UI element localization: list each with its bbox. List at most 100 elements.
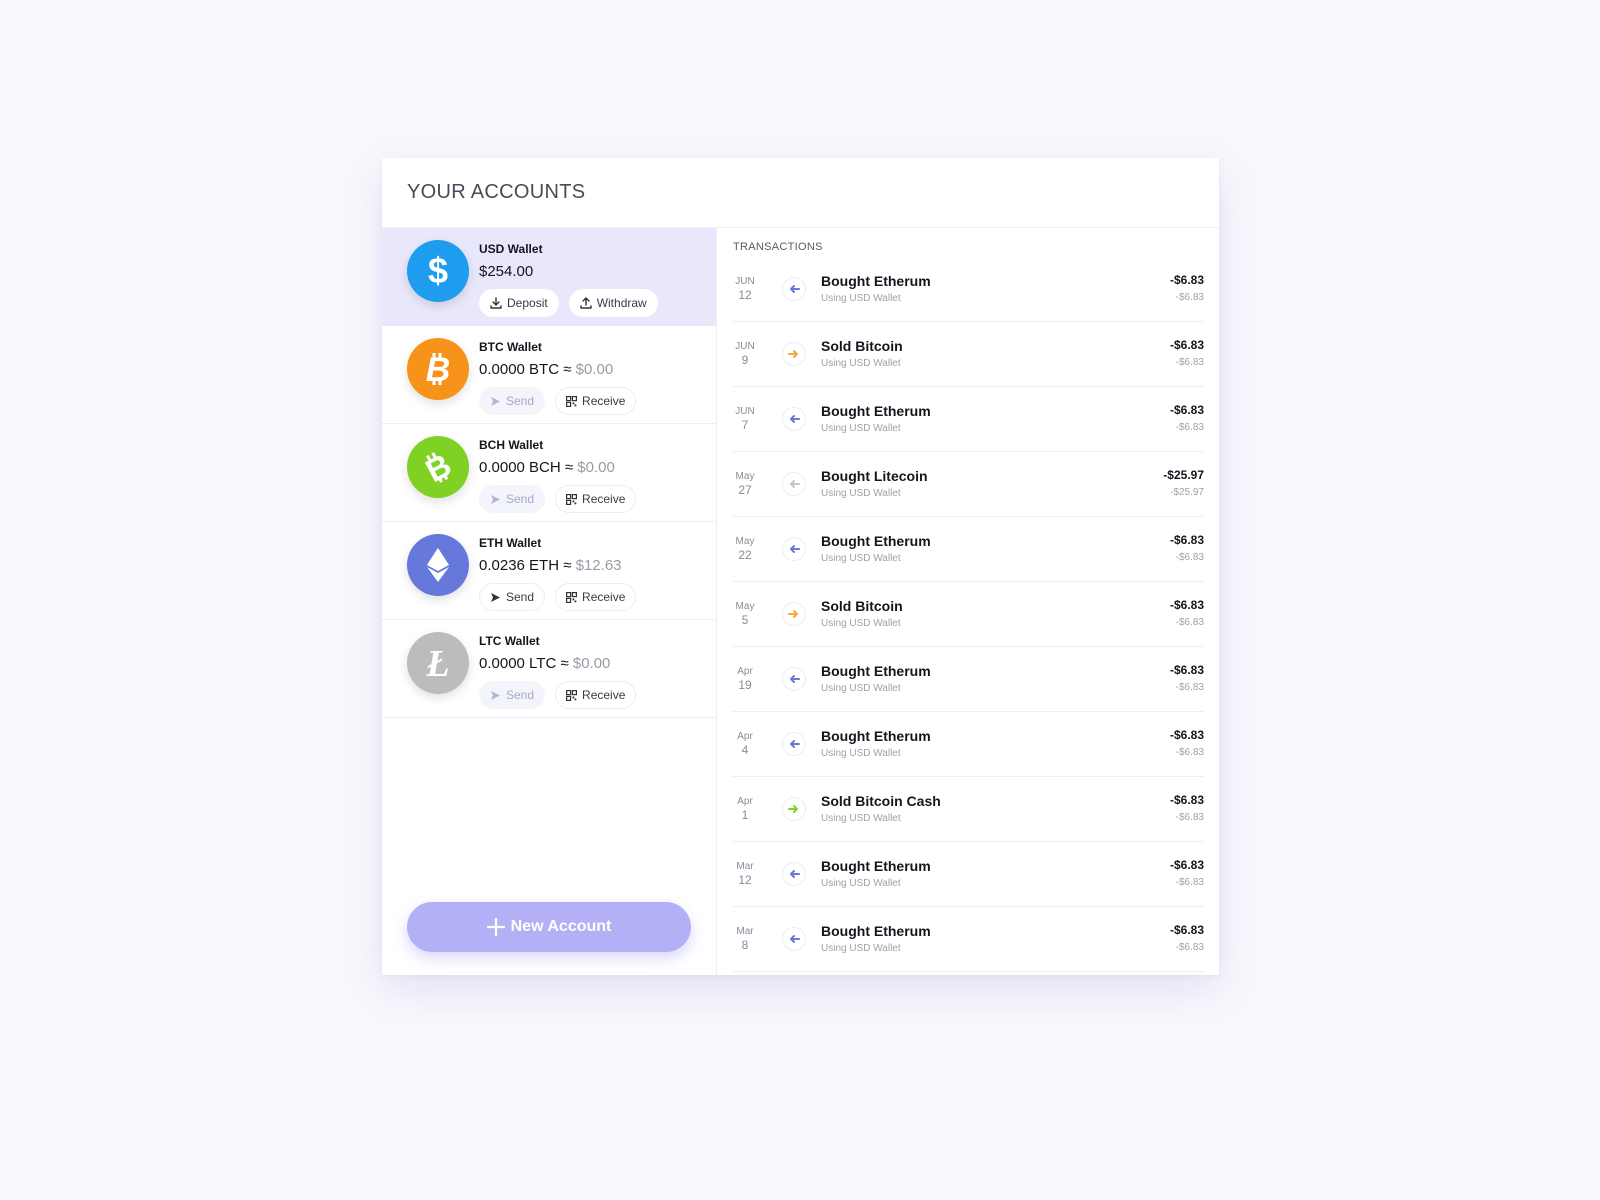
account-action-button[interactable]: Withdraw [568,289,658,317]
transaction-date: Mar 8 [733,926,757,952]
qr-code-icon [566,395,578,407]
transaction-title: Bought Etherum [821,857,931,874]
transaction-amount: -$6.83 -$6.83 [1170,403,1204,435]
account-action-button[interactable]: Receive [555,485,637,513]
account-action-button[interactable]: Send [479,387,546,415]
account-action-label: Send [506,688,535,702]
account-action-label: Withdraw [596,296,647,310]
transaction-month: JUN [735,406,755,417]
card-header: YOUR ACCOUNTS [382,158,1219,228]
account-row[interactable]: B BTC Wallet 0.0000 BTC ≈ $0.00 Send Receive [382,326,716,424]
transaction-details: Bought Etherum Using USD Wallet [821,663,1170,696]
transaction-row[interactable]: JUN 7 Bought Etherum Using USD Wallet -$6.83… [733,387,1204,452]
arrow-right-icon [782,342,806,366]
account-balance: 0.0000 BTC ≈ $0.00 [479,361,636,379]
account-name: USD Wallet [479,242,543,256]
transaction-amount: -$6.83 -$6.83 [1170,338,1204,370]
transaction-title: Sold Bitcoin [821,597,903,614]
transaction-amount-primary: -$6.83 [1169,273,1204,287]
transaction-row[interactable]: JUN 12 Bought Etherum Using USD Wallet -$6.8… [733,257,1204,322]
transaction-month: JUN [735,276,755,287]
account-actions: Send Receive [479,681,637,709]
transaction-day: 12 [738,288,752,302]
account-action-button[interactable]: Send [479,485,546,513]
transaction-details: Bought Etherum Using USD Wallet [821,728,1170,761]
svg-text:$: $ [428,252,448,290]
send-icon [490,494,501,505]
account-info: BCH Wallet 0.0000 BCH ≈ $0.00 Send Receive [479,438,637,513]
account-action-button[interactable]: Receive [555,387,637,415]
account-action-button[interactable]: Send [479,681,546,709]
transaction-amount-secondary: -$6.83 [1175,422,1204,433]
account-action-label: Receive [582,688,626,702]
approx-sign: ≈ [559,361,576,378]
account-action-button[interactable]: Deposit [479,289,559,317]
transaction-date: May 27 [733,471,757,497]
arrow-left-icon [782,472,806,496]
transaction-month: May [735,601,755,612]
transaction-row[interactable]: JUN 9 Sold Bitcoin Using USD Wallet -$6.83 -$… [733,322,1204,387]
account-row[interactable]: $ USD Wallet $254.00 Deposit Withdraw [382,228,716,326]
transaction-amount-secondary: -$6.83 [1175,877,1204,888]
card-body: $ USD Wallet $254.00 Deposit Withdraw B BTC Wa… [382,228,1219,975]
qr-code-icon [566,591,578,603]
transaction-date: May 5 [733,601,757,627]
transaction-row[interactable]: Apr 1 Sold Bitcoin Cash Using USD Wallet -$6… [733,777,1204,842]
transaction-row[interactable]: May 22 Bought Etherum Using USD Wallet -$6.8… [733,517,1204,582]
upload-icon [579,297,592,309]
account-row[interactable]: Ł LTC Wallet 0.0000 LTC ≈ $0.00 Send Receive [382,620,716,718]
transaction-amount-primary: -$6.83 [1169,728,1204,742]
qr-code-icon [566,493,578,505]
account-fiat-value: $0.00 [577,459,615,476]
approx-sign: ≈ [559,557,576,574]
svg-text:B: B [426,351,451,388]
transaction-row[interactable]: May 5 Sold Bitcoin Using USD Wallet -$6.83 -$… [733,582,1204,647]
transaction-details: Sold Bitcoin Cash Using USD Wallet [821,793,1170,826]
transaction-date: JUN 7 [733,406,757,432]
transaction-details: Bought Etherum Using USD Wallet [821,858,1170,891]
transaction-amount-secondary: -$6.83 [1175,552,1204,563]
arrow-left-icon [782,862,806,886]
transaction-details: Bought Etherum Using USD Wallet [821,273,1170,306]
svg-text:Ł: Ł [425,644,449,682]
transaction-date: Apr 19 [733,666,757,692]
transaction-title: Bought Etherum [821,662,931,679]
transaction-amount: -$25.97 -$25.97 [1163,468,1204,500]
transaction-date: May 22 [733,536,757,562]
transaction-amount-secondary: -$6.83 [1175,617,1204,628]
account-row[interactable]: ETH Wallet 0.0236 ETH ≈ $12.63 Send Receive [382,522,716,620]
transaction-amount-secondary: -$6.83 [1175,942,1204,953]
account-action-button[interactable]: Receive [555,583,637,611]
account-info: USD Wallet $254.00 Deposit Withdraw [479,242,658,317]
transaction-month: Apr [737,731,753,742]
transaction-row[interactable]: Mar 12 Bought Etherum Using USD Wallet -$6.8… [733,842,1204,907]
transaction-amount-secondary: -$6.83 [1175,357,1204,368]
transaction-amount-primary: -$25.97 [1163,468,1204,482]
transaction-subtitle: Using USD Wallet [821,487,901,499]
account-row[interactable]: B BCH Wallet 0.0000 BCH ≈ $0.00 Send Receive [382,424,716,522]
arrow-left-icon [782,927,806,951]
account-name: BCH Wallet [479,438,544,452]
transaction-amount-primary: -$6.83 [1169,858,1204,872]
approx-sign: ≈ [560,459,578,476]
transaction-row[interactable]: Mar 8 Bought Etherum Using USD Wallet -$6.83… [733,907,1204,972]
transaction-row[interactable]: May 27 Bought Litecoin Using USD Wallet -$25… [733,452,1204,517]
transaction-day: 22 [738,548,752,562]
plus-icon [486,918,505,936]
account-action-button[interactable]: Receive [555,681,637,709]
transaction-subtitle: Using USD Wallet [821,942,901,954]
transaction-details: Bought Etherum Using USD Wallet [821,533,1170,566]
transaction-date: Apr 4 [733,731,757,757]
transaction-amount: -$6.83 -$6.83 [1170,533,1204,565]
svg-text:B: B [420,448,457,486]
account-action-label: Deposit [507,296,548,310]
account-action-label: Receive [582,394,626,408]
transaction-title: Bought Etherum [821,402,931,419]
transaction-row[interactable]: Apr 4 Bought Etherum Using USD Wallet -$6.83… [733,712,1204,777]
transaction-month: Mar [736,926,754,937]
account-action-button[interactable]: Send [479,583,546,611]
new-account-button[interactable]: New Account [407,902,691,952]
transaction-title: Bought Etherum [821,532,931,549]
arrow-left-icon [782,732,806,756]
transaction-row[interactable]: Apr 19 Bought Etherum Using USD Wallet -$6.8… [733,647,1204,712]
